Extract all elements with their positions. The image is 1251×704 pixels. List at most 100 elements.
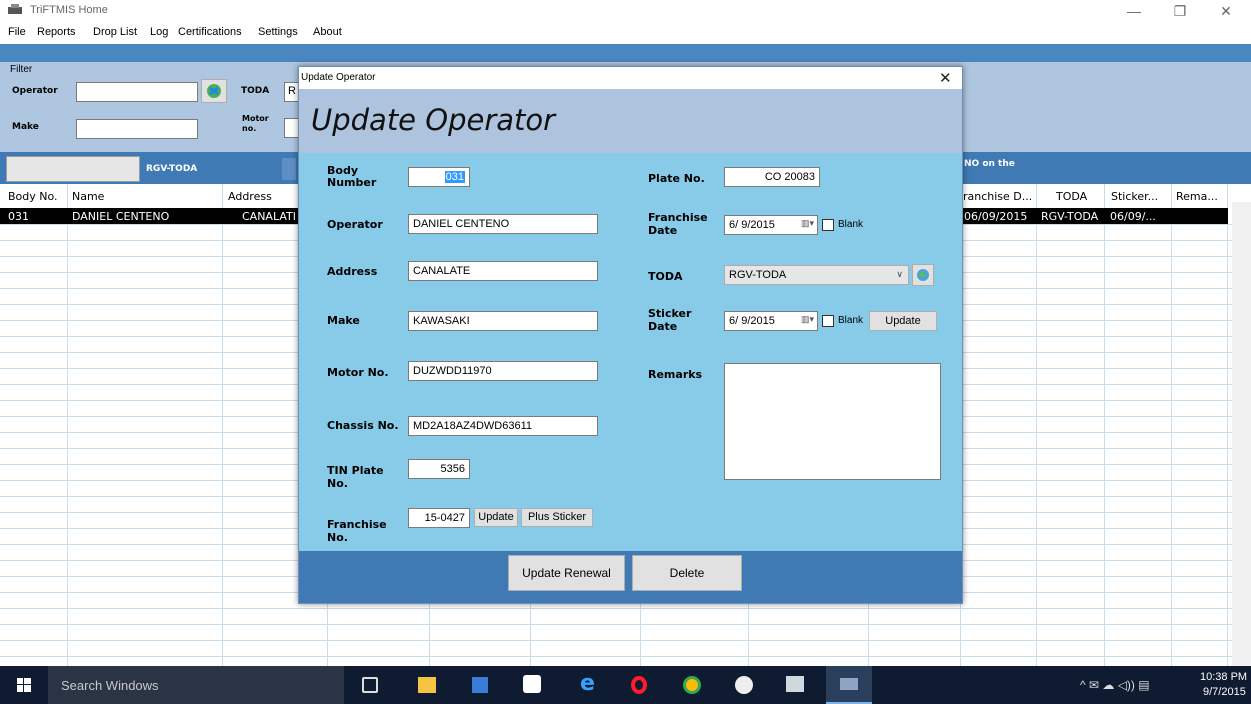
sticker-update-button[interactable]: Update <box>869 311 937 331</box>
cell-body-no: 031 <box>8 210 29 223</box>
clock-date[interactable]: 9/7/2015 <box>1203 686 1246 698</box>
col-header-toda[interactable]: TODA <box>1056 190 1087 203</box>
remarks-textarea[interactable] <box>724 363 941 480</box>
col-header-franchise-date[interactable]: ranchise D... <box>963 190 1032 203</box>
opera-icon[interactable] <box>631 676 647 694</box>
make-label: Make <box>327 314 360 327</box>
remarks-label: Remarks <box>648 368 703 381</box>
delete-button[interactable]: Delete <box>632 555 742 591</box>
sticker-blank-label: Blank <box>838 315 864 326</box>
file-explorer-icon[interactable] <box>418 677 436 693</box>
franchise-date-picker[interactable]: 6/ 9/2015 ▥▾ <box>724 215 818 235</box>
toda-label: TODA <box>648 270 683 283</box>
update-renewal-button[interactable]: Update Renewal <box>508 555 625 591</box>
cell-sticker: 06/09/... <box>1110 210 1156 223</box>
body-number-value: 031 <box>444 171 465 183</box>
col-header-name[interactable]: Name <box>72 190 104 203</box>
media-player-icon[interactable] <box>472 677 488 693</box>
minimize-button[interactable]: — <box>1111 0 1157 22</box>
close-window-button[interactable]: ✕ <box>1203 0 1249 22</box>
filter-make-label: Make <box>12 122 39 132</box>
make-input[interactable]: KAWASAKI <box>408 311 598 331</box>
body-number-input[interactable]: 031 <box>408 167 470 187</box>
search-box[interactable]: Search Windows <box>48 666 344 704</box>
edge-browser-icon[interactable]: e <box>580 672 595 696</box>
filter-motor-label: Motor <box>242 114 269 123</box>
sticker-blank-checkbox[interactable] <box>822 315 834 327</box>
toda-refresh-button[interactable] <box>912 264 934 286</box>
app-title-bar: TriFTMIS Home — ❐ ✕ <box>0 0 1251 22</box>
body-number-label-2: Number <box>327 176 377 189</box>
strip-button[interactable] <box>282 158 296 180</box>
restore-button[interactable]: ❐ <box>1157 0 1203 22</box>
clock-time[interactable]: 10:38 PM <box>1200 671 1247 683</box>
strip-toda-label: RGV-TODA <box>146 164 198 174</box>
sticker-date-label-2: Date <box>648 320 678 333</box>
chrome-icon[interactable] <box>683 676 701 694</box>
system-tray-icons[interactable]: ^ ✉ ☁ ◁)) ▤ <box>1080 678 1150 692</box>
franchise-date-value: 6/ 9/2015 <box>729 219 775 231</box>
strip-input[interactable] <box>6 156 140 182</box>
tin-plate-label: TIN Plate <box>327 464 384 477</box>
menu-reports[interactable]: Reports <box>37 26 76 38</box>
toda-selected-value: RGV-TODA <box>729 269 787 281</box>
franchise-update-button[interactable]: Update <box>474 508 518 527</box>
chassis-no-input[interactable]: MD2A18AZ4DWD63611 <box>408 416 598 436</box>
filter-make-input[interactable] <box>76 119 198 139</box>
col-header-address[interactable]: Address <box>228 190 272 203</box>
menu-certifications[interactable]: Certifications <box>178 26 242 38</box>
dialog-title-bar: Update Operator ✕ <box>299 67 962 89</box>
menu-log[interactable]: Log <box>150 26 168 38</box>
franchise-no-label-2: No. <box>327 531 348 544</box>
plate-no-input[interactable]: CO 20083 <box>724 167 820 187</box>
cell-address: CANALATI <box>242 210 296 223</box>
tin-plate-label-2: No. <box>327 477 348 490</box>
motor-no-input[interactable]: DUZWDD11970 <box>408 361 598 381</box>
start-button[interactable] <box>0 666 48 704</box>
sticker-date-picker[interactable]: 6/ 9/2015 ▥▾ <box>724 311 818 331</box>
grid-scrollbar[interactable] <box>1232 202 1251 666</box>
dialog-footer: Update Renewal Delete <box>299 551 962 603</box>
taskbar-app-triftmis[interactable] <box>826 666 872 704</box>
filter-operator-input[interactable] <box>76 82 198 102</box>
chassis-no-label: Chassis No. <box>327 419 399 432</box>
plus-sticker-button[interactable]: Plus Sticker <box>521 508 593 527</box>
toda-select[interactable]: RGV-TODA ∨ <box>724 265 909 285</box>
address-input[interactable]: CANALATE <box>408 261 598 281</box>
dialog-form: Body Number 031 Operator DANIEL CENTENO … <box>299 153 962 551</box>
col-header-remarks[interactable]: Rema... <box>1176 190 1218 203</box>
calendar-dropdown-icon[interactable]: ▥▾ <box>801 314 814 325</box>
franchise-date-label-2: Date <box>648 224 678 237</box>
filter-heading: Filter <box>10 64 33 75</box>
franchise-blank-checkbox[interactable] <box>822 219 834 231</box>
cell-name: DANIEL CENTENO <box>72 210 170 223</box>
menu-bar: File Reports Drop List Log Certification… <box>0 22 1251 44</box>
search-placeholder: Search Windows <box>61 678 159 693</box>
windows-logo-icon <box>17 678 31 692</box>
operator-label: Operator <box>327 218 383 231</box>
menu-drop-list[interactable]: Drop List <box>93 26 137 38</box>
menu-file[interactable]: File <box>8 26 26 38</box>
task-view-icon[interactable] <box>362 677 378 693</box>
menu-settings[interactable]: Settings <box>258 26 298 38</box>
dialog-heading: Update Operator <box>311 103 556 137</box>
filter-search-button[interactable] <box>201 79 227 103</box>
franchise-no-label: Franchise <box>327 518 387 531</box>
calendar-dropdown-icon[interactable]: ▥▾ <box>801 218 814 229</box>
col-header-sticker[interactable]: Sticker... <box>1111 190 1158 203</box>
franchise-date-label: Franchise <box>648 211 708 224</box>
sticker-date-label: Sticker <box>648 307 692 320</box>
col-header-body-no[interactable]: Body No. <box>8 190 58 203</box>
menu-about[interactable]: About <box>313 26 342 38</box>
checkmark-app-icon[interactable] <box>735 676 753 694</box>
operator-input[interactable]: DANIEL CENTENO <box>408 214 598 234</box>
globe-icon <box>917 269 929 281</box>
address-label: Address <box>327 265 378 278</box>
refresh-icon <box>207 84 221 98</box>
notepad-icon[interactable] <box>786 676 804 692</box>
store-icon[interactable] <box>523 675 541 693</box>
franchise-blank-label: Blank <box>838 219 864 230</box>
franchise-no-input[interactable]: 15-0427 <box>408 508 470 528</box>
dialog-close-icon[interactable]: ✕ <box>939 69 952 87</box>
tin-plate-input[interactable]: 5356 <box>408 459 470 479</box>
